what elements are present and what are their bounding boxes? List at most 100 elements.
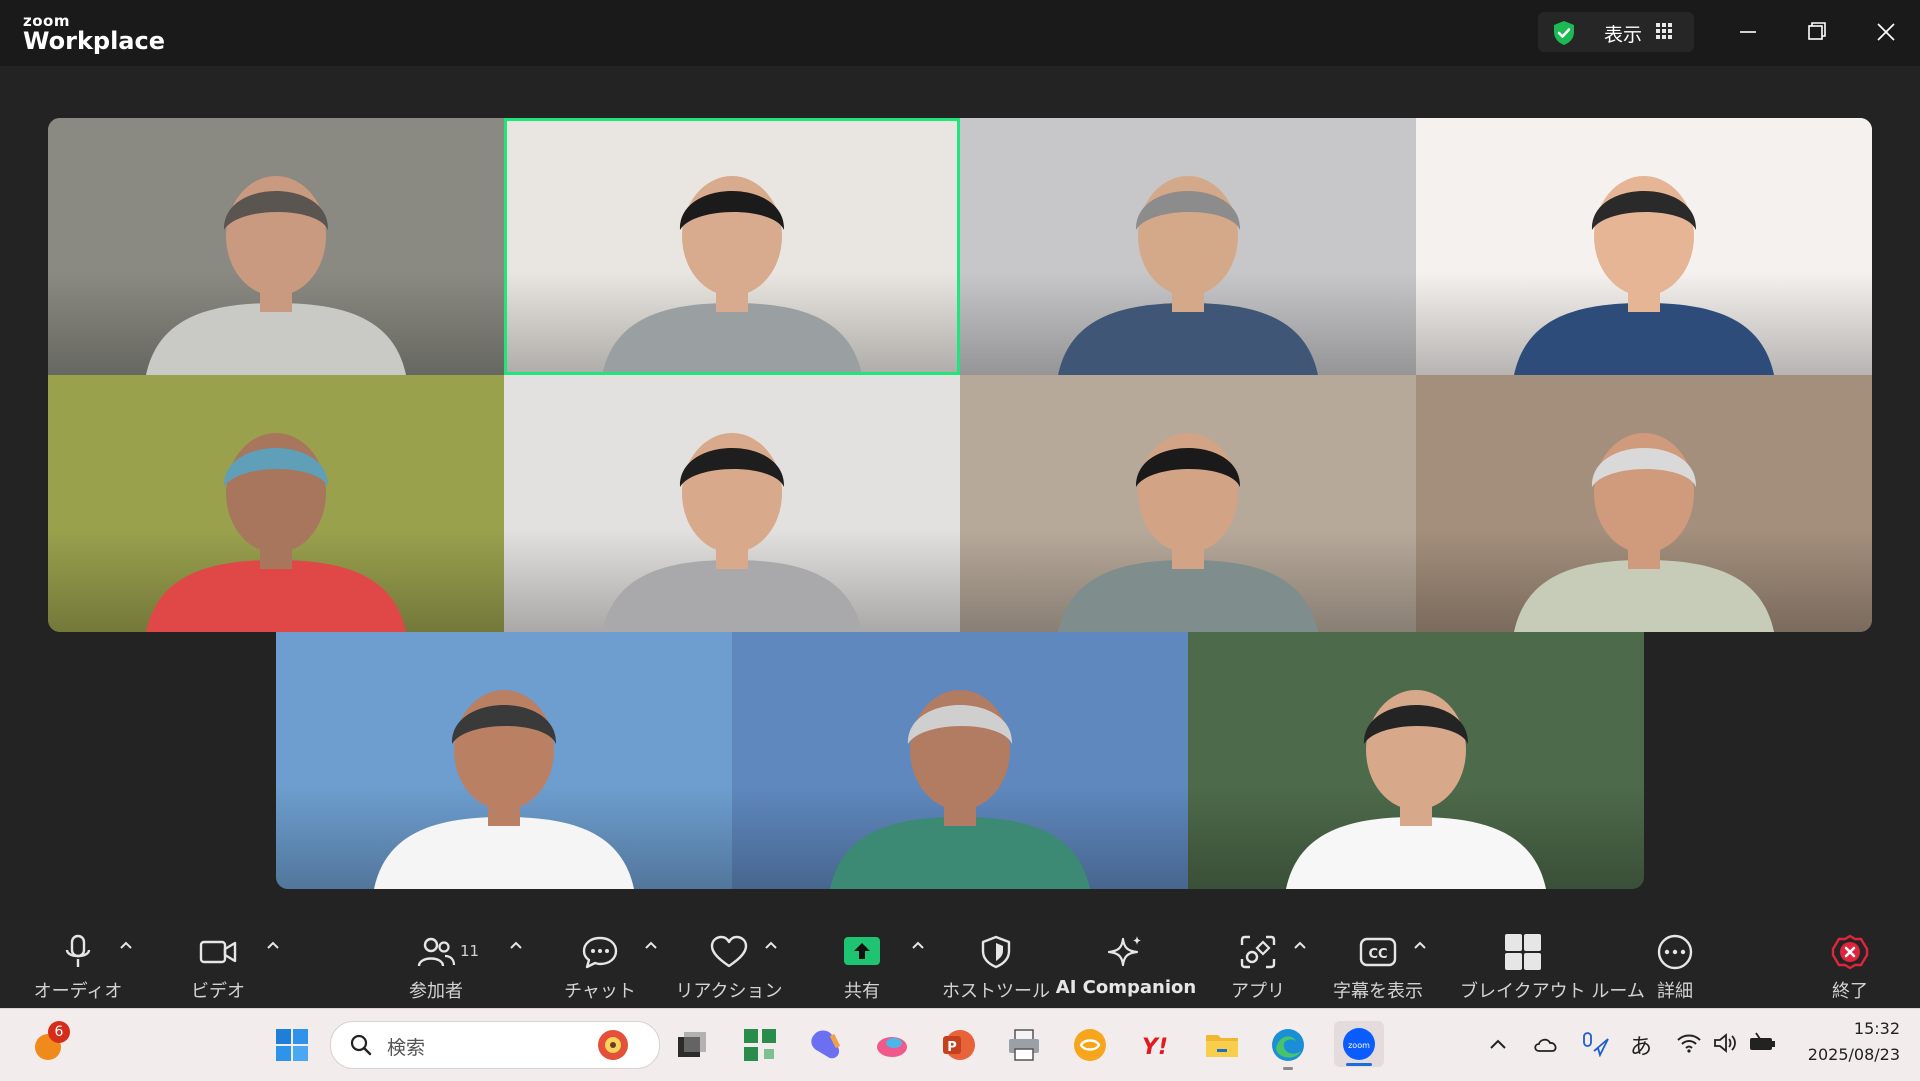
taskbar-app-paint[interactable] <box>874 1027 910 1063</box>
view-button[interactable]: 表示 <box>1538 12 1694 52</box>
participant-tile[interactable] <box>48 118 504 375</box>
participant-tile[interactable] <box>48 375 504 632</box>
active-app-indicator <box>1346 1063 1372 1066</box>
participant-tile[interactable] <box>1188 632 1644 889</box>
participant-body <box>1514 560 1774 632</box>
chat-label: チャット <box>564 981 636 1002</box>
printer-icon <box>1009 1029 1039 1061</box>
more-button[interactable]: 詳細 <box>1652 920 1698 1008</box>
video-button[interactable]: ビデオ <box>190 920 246 1008</box>
meeting-toolbar: オーディオ ビデオ 参加者 11 チャット リアクション 共有 ホストツール A… <box>0 920 1920 1008</box>
taskbar-search-input[interactable]: 検索 <box>330 1021 660 1069</box>
active-speaker-border <box>504 118 960 375</box>
shield-icon <box>981 935 1011 969</box>
notification-badge: 6 <box>48 1021 70 1043</box>
captions-button[interactable]: CC 字幕を表示 <box>1333 920 1423 1008</box>
participant-body <box>1514 303 1774 375</box>
participant-video <box>1286 690 1546 889</box>
ai-companion-button[interactable]: AI Companion <box>1056 920 1196 1008</box>
search-icon <box>350 1034 372 1056</box>
reactions-label: リアクション <box>675 981 783 1002</box>
reactions-button[interactable]: リアクション <box>675 920 783 1008</box>
participant-body <box>1286 817 1546 889</box>
participant-tile[interactable] <box>732 632 1188 889</box>
share-screen-icon <box>844 937 880 965</box>
microphone-send-icon[interactable] <box>1580 1031 1610 1057</box>
participant-tile[interactable] <box>960 375 1416 632</box>
grid-view-icon <box>1656 23 1672 39</box>
yahoo-icon: Y! <box>1142 1035 1168 1060</box>
wifi-icon[interactable] <box>1676 1031 1702 1055</box>
onedrive-cloud-icon[interactable] <box>1532 1031 1560 1057</box>
taskbar-app-yahoo[interactable]: Y! <box>1138 1027 1174 1063</box>
participants-button[interactable]: 参加者 <box>406 920 466 1008</box>
captions-label: 字幕を表示 <box>1333 981 1423 1002</box>
apps-options-chevron-up-icon[interactable] <box>1293 940 1307 950</box>
participant-tile[interactable] <box>276 632 732 889</box>
start-button[interactable] <box>274 1027 310 1063</box>
restore-icon[interactable] <box>1797 14 1837 50</box>
host-tools-button[interactable]: ホストツール <box>942 920 1050 1008</box>
close-icon[interactable] <box>1866 14 1906 50</box>
battery-charging-icon[interactable] <box>1748 1031 1778 1055</box>
breakout-rooms-button[interactable]: ブレイクアウト ルーム <box>1460 920 1645 1008</box>
svg-text:CC: CC <box>1368 947 1387 962</box>
chat-options-chevron-up-icon[interactable] <box>644 940 658 950</box>
folder-icon <box>1206 1035 1238 1057</box>
ai-sparkle-icon <box>1107 936 1141 967</box>
participant-tile[interactable] <box>960 118 1416 375</box>
taskbar-app-zoom[interactable]: zoom <box>1334 1021 1384 1067</box>
clock-time[interactable]: 15:32 <box>1800 1019 1900 1038</box>
share-button[interactable]: 共有 <box>842 920 882 1008</box>
participant-tile[interactable] <box>1416 118 1872 375</box>
end-meeting-x-icon <box>1831 934 1869 970</box>
taskbar-app-qr[interactable] <box>742 1027 778 1063</box>
edge-browser-icon <box>1272 1029 1304 1061</box>
shield-check-icon[interactable] <box>1552 20 1576 46</box>
participant-tile-active-speaker[interactable] <box>504 118 960 375</box>
participant-body <box>146 560 406 632</box>
zoom-app-icon: zoom <box>1343 1028 1375 1060</box>
participant-video <box>1058 433 1318 632</box>
volume-icon[interactable] <box>1712 1031 1738 1055</box>
minimize-icon[interactable] <box>1728 14 1768 50</box>
clock-date[interactable]: 2025/08/23 <box>1780 1045 1900 1064</box>
weather-widget[interactable]: 6 <box>30 1021 70 1063</box>
taskbar-app-edge[interactable] <box>1270 1027 1306 1070</box>
taskbar-app-powerpoint[interactable]: P <box>940 1027 976 1063</box>
audio-options-chevron-up-icon[interactable] <box>119 940 133 950</box>
end-meeting-button[interactable]: 終了 <box>1830 920 1870 1008</box>
view-label: 表示 <box>1604 24 1643 46</box>
audio-button[interactable]: オーディオ <box>34 920 122 1008</box>
share-options-chevron-up-icon[interactable] <box>911 940 925 950</box>
chat-button[interactable]: チャット <box>564 920 636 1008</box>
video-camera-icon <box>199 940 237 964</box>
participants-options-chevron-up-icon[interactable] <box>509 940 523 950</box>
participant-tile[interactable] <box>504 375 960 632</box>
ai-companion-label: AI Companion <box>1055 977 1197 998</box>
taskbar-app-printer[interactable] <box>1006 1027 1042 1063</box>
ime-indicator[interactable]: あ <box>1630 1029 1652 1061</box>
breakout-rooms-label: ブレイクアウト ルーム <box>1460 981 1645 1002</box>
microphone-icon <box>65 934 91 967</box>
taskbar-app-file-explorer[interactable] <box>1204 1027 1240 1063</box>
apps-icon <box>1240 935 1276 969</box>
captions-options-chevron-up-icon[interactable] <box>1413 940 1427 950</box>
taskbar-app-copilot[interactable] <box>808 1027 844 1063</box>
participants-count: 11 <box>460 942 480 960</box>
powerpoint-icon: P <box>943 1030 975 1060</box>
participant-body <box>374 817 634 889</box>
taskbar-app-orange[interactable] <box>1072 1027 1108 1063</box>
participant-tile[interactable] <box>1416 375 1872 632</box>
video-options-chevron-up-icon[interactable] <box>266 940 280 950</box>
reactions-options-chevron-up-icon[interactable] <box>764 940 778 950</box>
host-tools-label: ホストツール <box>942 981 1050 1002</box>
svg-text:zoom: zoom <box>1348 1041 1370 1050</box>
heart-icon <box>710 935 748 968</box>
taskbar-task-view[interactable] <box>674 1027 710 1063</box>
participant-body <box>1058 303 1318 375</box>
show-hidden-icons-chevron-up-icon[interactable] <box>1488 1037 1508 1051</box>
participant-video <box>146 433 406 632</box>
windows-taskbar: 6 検索 P Y! zoom あ 15:32 2025/08/23 <box>0 1008 1920 1081</box>
apps-button[interactable]: アプリ <box>1231 920 1285 1008</box>
